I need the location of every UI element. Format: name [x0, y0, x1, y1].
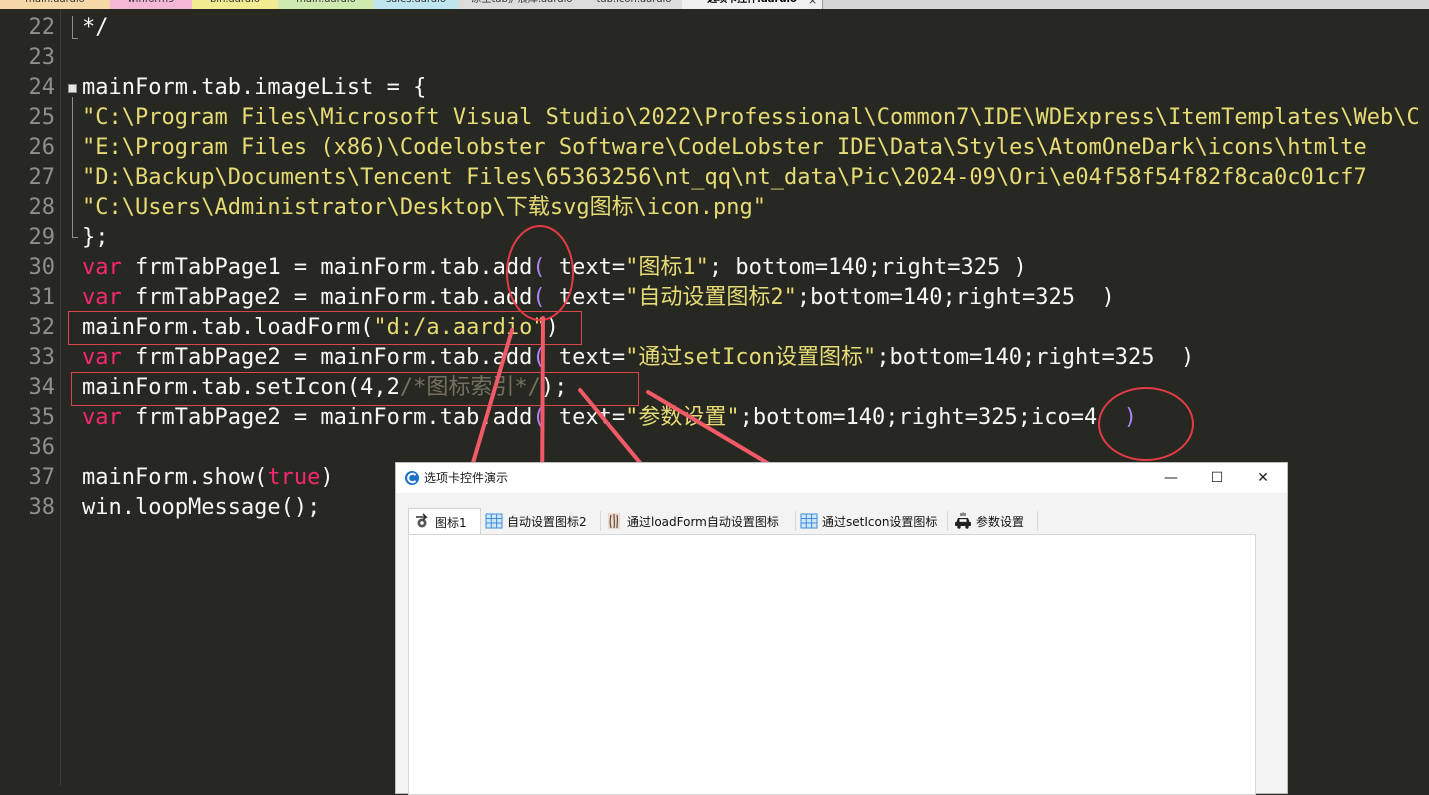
tab-page-content[interactable]	[408, 534, 1256, 795]
close-icon: ✕	[1257, 470, 1269, 486]
tab-auto-icon2[interactable]: 自动设置图标2	[481, 509, 599, 533]
tab-icon1[interactable]: 图标1	[408, 508, 481, 535]
tab-loadform[interactable]: 通过loadForm自动设置图标	[601, 509, 794, 533]
app-icon	[405, 471, 419, 485]
portrait-icon	[608, 513, 620, 529]
window-title: 选项卡控件演示	[424, 471, 509, 485]
tab-separator	[947, 511, 948, 531]
maximize-icon: ☐	[1210, 470, 1224, 486]
tab-label: 通过loadForm自动设置图标	[627, 514, 779, 529]
minimize-icon: —	[1164, 470, 1178, 486]
grid-icon	[485, 513, 503, 529]
grid-icon	[800, 513, 818, 529]
tab-settings[interactable]: 参数设置	[950, 509, 1036, 533]
tab-label: 通过setIcon设置图标	[822, 514, 938, 529]
tab-seticon[interactable]: 通过setIcon设置图标	[796, 509, 946, 533]
maximize-button[interactable]: ☐	[1194, 463, 1240, 493]
car-icon	[955, 512, 971, 529]
tab-label: 参数设置	[976, 514, 1025, 529]
minimize-button[interactable]: —	[1148, 463, 1194, 493]
tab-separator	[1037, 511, 1038, 531]
demo-window: 选项卡控件演示 — ☐ ✕ 图标1 自动设置图标2 通过loadForm自动设置…	[395, 462, 1288, 795]
gear-arrow-icon	[416, 513, 428, 528]
tab-label: 自动设置图标2	[507, 514, 587, 529]
close-button[interactable]: ✕	[1240, 463, 1286, 493]
tab-label: 图标1	[435, 515, 467, 530]
window-titlebar[interactable]: 选项卡控件演示 — ☐ ✕	[396, 463, 1287, 493]
